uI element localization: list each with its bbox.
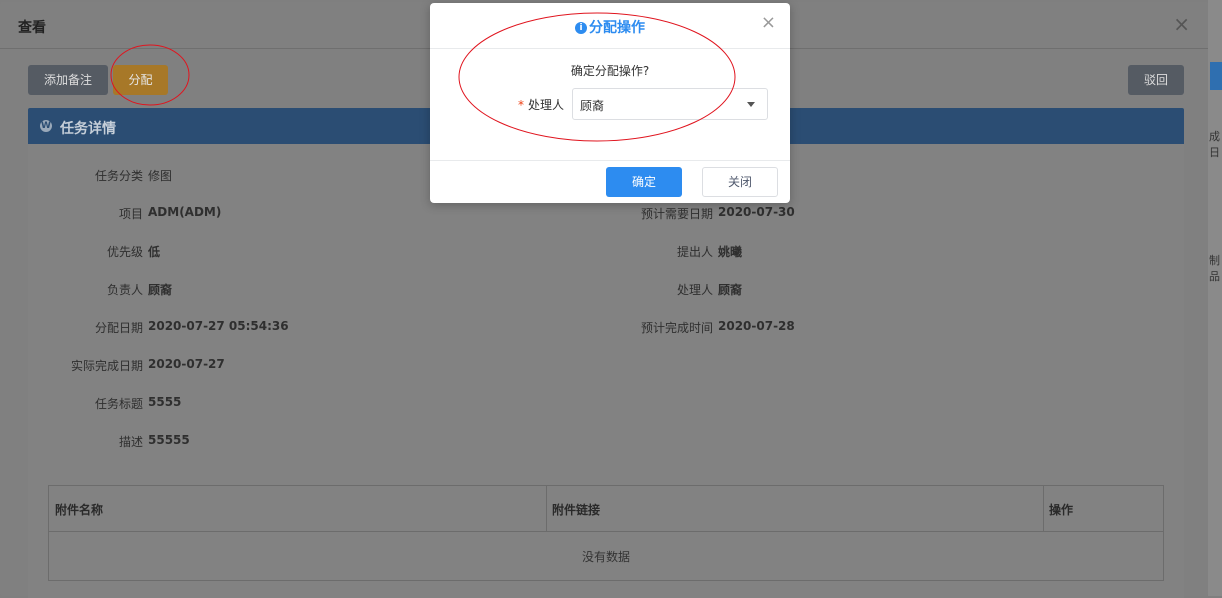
- panel-title: 查看: [18, 20, 46, 36]
- background-text: 制品: [1209, 254, 1220, 283]
- field-label-description: 描述: [118, 435, 143, 449]
- column-header-attachment-link: 附件链接: [552, 503, 601, 517]
- field-label-expected-finish: 预计完成时间: [640, 321, 713, 335]
- field-value-description: 55555: [148, 433, 190, 447]
- field-label-owner: 负责人: [106, 283, 143, 297]
- column-header-attachment-name: 附件名称: [55, 503, 104, 517]
- handler-select[interactable]: 顾裔: [572, 88, 768, 120]
- field-value-task-title: 5555: [148, 395, 182, 409]
- close-icon[interactable]: ×: [761, 12, 776, 33]
- divider: [430, 160, 790, 161]
- field-label-project: 项目: [118, 207, 143, 221]
- confirm-button[interactable]: 确定: [606, 167, 682, 197]
- handler-select-value: 顾裔: [580, 99, 605, 113]
- handler-label-text: 处理人: [528, 98, 565, 112]
- add-note-button[interactable]: 添加备注: [28, 65, 108, 95]
- field-label-expected-need-date: 预计需要日期: [640, 207, 713, 221]
- field-value-owner: 顾裔: [148, 283, 173, 297]
- field-value-expected-need-date: 2020-07-30: [718, 205, 795, 219]
- attachments-table: 附件名称 附件链接 操作 没有数据: [48, 485, 1164, 581]
- section-icon: W: [40, 120, 52, 132]
- background-button: [1210, 62, 1222, 90]
- handler-label: * 处理人: [518, 96, 564, 113]
- table-header: 附件名称 附件链接 操作: [49, 486, 1163, 532]
- field-label-priority: 优先级: [106, 245, 143, 259]
- dialog-title-text: 分配操作: [589, 20, 645, 36]
- field-value-category: 修图: [148, 169, 173, 183]
- divider: [430, 48, 790, 49]
- close-button[interactable]: 关闭: [702, 167, 778, 197]
- field-label-category: 任务分类: [94, 169, 143, 183]
- chevron-down-icon: [747, 102, 755, 107]
- required-mark: *: [518, 98, 524, 112]
- field-value-priority: 低: [148, 245, 161, 259]
- field-label-assign-date: 分配日期: [94, 321, 143, 335]
- section-title: 任务详情: [60, 121, 116, 137]
- field-value-expected-finish: 2020-07-28: [718, 319, 795, 333]
- info-icon: i: [575, 22, 587, 34]
- dialog-title: i 分配操作: [430, 17, 790, 37]
- assign-button[interactable]: 分配: [113, 65, 168, 95]
- field-value-project: ADM(ADM): [148, 205, 222, 219]
- field-value-actual-finish: 2020-07-27: [148, 357, 225, 371]
- field-label-proposer: 提出人: [676, 245, 713, 259]
- field-value-handler: 顾裔: [718, 283, 743, 297]
- background-text: 成日: [1209, 130, 1220, 159]
- close-icon[interactable]: ×: [1173, 12, 1190, 36]
- confirm-message: 确定分配操作?: [570, 64, 650, 78]
- field-label-task-title: 任务标题: [94, 397, 143, 411]
- withdraw-button[interactable]: 驳回: [1128, 65, 1184, 95]
- assign-dialog: i 分配操作 × 确定分配操作? * 处理人 顾裔 确定 关闭: [430, 3, 790, 203]
- field-label-actual-finish: 实际完成日期: [70, 359, 143, 373]
- column-header-actions: 操作: [1049, 503, 1074, 517]
- field-value-assign-date: 2020-07-27 05:54:36: [148, 319, 289, 333]
- field-label-handler: 处理人: [676, 283, 713, 297]
- empty-state-text: 没有数据: [581, 550, 630, 564]
- field-value-proposer: 姚曦: [718, 245, 743, 259]
- background-page-edge: 成日 制品: [1208, 0, 1222, 596]
